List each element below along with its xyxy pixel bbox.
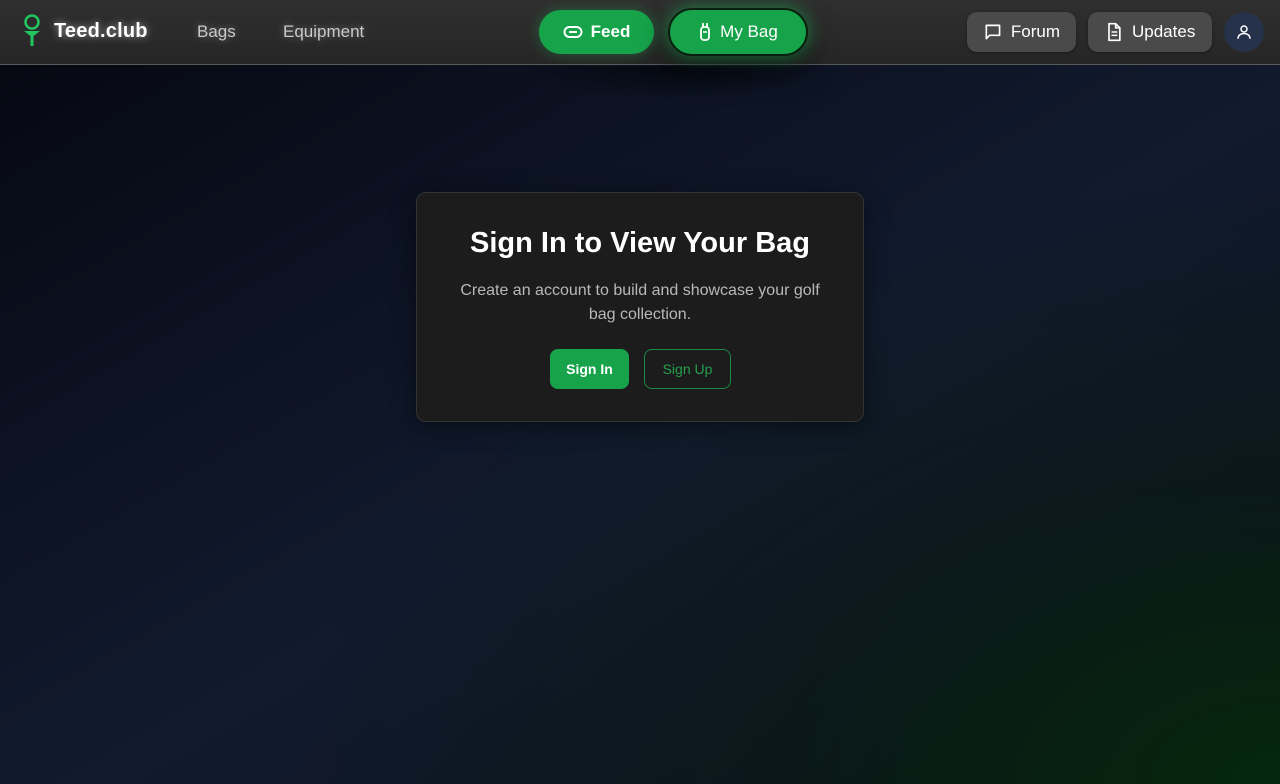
nav-link-equipment[interactable]: Equipment — [283, 22, 364, 42]
forum-button-label: Forum — [1010, 22, 1060, 41]
my-bag-button-label: My Bag — [720, 22, 778, 41]
sign-in-button[interactable]: Sign In — [550, 349, 629, 389]
nav-link-bags[interactable]: Bags — [197, 22, 236, 42]
my-bag-button[interactable]: My Bag — [668, 8, 808, 56]
card-description: Create an account to build and showcase … — [460, 282, 820, 323]
golf-tee-icon — [24, 14, 40, 46]
forum-button[interactable]: Forum — [967, 12, 1076, 52]
brand-name: Teed.club — [54, 19, 148, 42]
updates-button[interactable]: Updates — [1088, 12, 1212, 52]
sign-in-prompt-card: Sign In to View Your Bag Create an accou… — [416, 192, 864, 422]
feed-button-label: Feed — [590, 22, 631, 41]
feed-button[interactable]: Feed — [539, 10, 654, 54]
file-text-icon — [1108, 22, 1121, 42]
golf-bag-icon — [700, 23, 711, 41]
header-shadow — [515, 66, 835, 100]
updates-button-label: Updates — [1132, 22, 1196, 41]
user-icon — [1237, 25, 1251, 39]
sign-up-button[interactable]: Sign Up — [644, 349, 731, 389]
top-navigation-bar: Teed.club Bags Equipment Feed My Bag For… — [0, 0, 1280, 65]
message-square-icon — [985, 24, 1001, 40]
card-title: Sign In to View Your Bag — [470, 227, 810, 259]
brand-logo[interactable]: Teed.club — [20, 14, 148, 48]
ticket-icon — [563, 26, 583, 38]
user-avatar-button[interactable] — [1224, 12, 1264, 52]
